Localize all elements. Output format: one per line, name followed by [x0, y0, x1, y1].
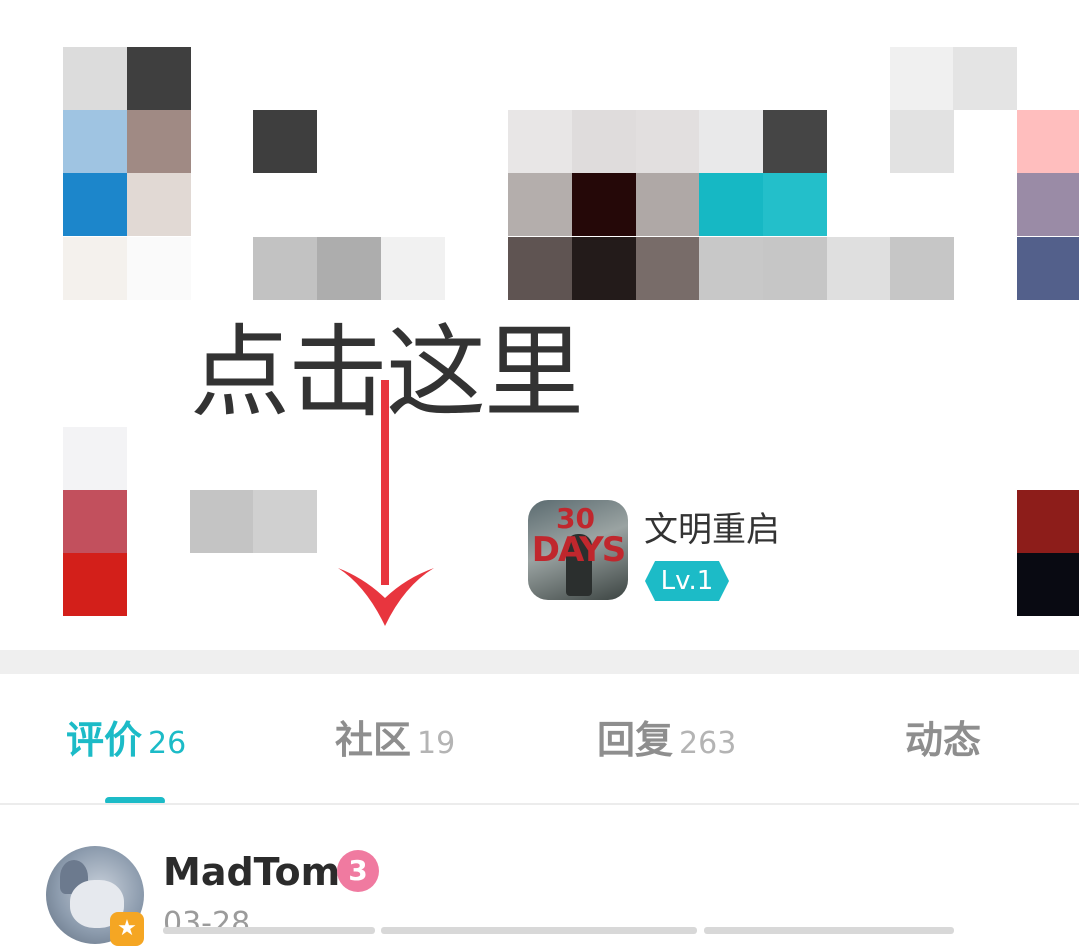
- mosaic-block: [63, 553, 127, 616]
- tab-label: 社区: [335, 718, 412, 762]
- section-divider: [0, 650, 1079, 674]
- mosaic-block: [253, 237, 317, 300]
- annotation-arrow: [381, 380, 389, 585]
- mosaic-block: [1017, 490, 1079, 553]
- mosaic-block: [253, 490, 317, 553]
- user-level-badge-icon: 3: [337, 850, 379, 892]
- mosaic-block: [63, 237, 127, 300]
- mosaic-block: [127, 47, 191, 110]
- mosaic-block: [253, 110, 317, 173]
- mosaic-block: [953, 47, 1017, 110]
- mosaic-block: [1017, 237, 1079, 300]
- username[interactable]: MadTom: [163, 850, 340, 894]
- mosaic-block: [890, 47, 954, 110]
- mosaic-block: [636, 237, 700, 300]
- mosaic-block: [827, 237, 891, 300]
- mosaic-block: [890, 237, 954, 300]
- mosaic-block: [508, 237, 572, 300]
- mosaic-block: [127, 237, 191, 300]
- mosaic-block: [127, 110, 191, 173]
- mosaic-block: [763, 237, 827, 300]
- mosaic-block: [127, 173, 191, 236]
- tab-bar-border: [0, 803, 1079, 805]
- mosaic-block: [636, 173, 700, 236]
- mosaic-block: [508, 173, 572, 236]
- mosaic-block: [63, 110, 127, 173]
- tab-activity[interactable]: 动态: [905, 712, 981, 768]
- tab-count: 19: [417, 726, 456, 761]
- mosaic-block: [572, 237, 636, 300]
- tab-community[interactable]: 社区 19: [335, 712, 455, 768]
- tab-label: 回复: [597, 718, 674, 762]
- tab-label: 动态: [905, 718, 982, 762]
- star-badge-icon: ★: [110, 912, 144, 946]
- tab-replies[interactable]: 回复 263: [597, 712, 736, 768]
- mosaic-block: [763, 110, 827, 173]
- mosaic-block: [1017, 173, 1079, 236]
- mosaic-block: [317, 237, 381, 300]
- mosaic-block: [572, 173, 636, 236]
- mosaic-block: [699, 173, 763, 236]
- mosaic-block: [1017, 110, 1079, 173]
- game-icon-title: DAYS: [531, 530, 626, 570]
- mosaic-block: [763, 173, 827, 236]
- rating-bar: [381, 927, 697, 934]
- game-icon[interactable]: 30 DAYS: [528, 500, 628, 600]
- mosaic-block: [890, 110, 954, 173]
- mosaic-block: [508, 110, 572, 173]
- mosaic-block: [190, 490, 254, 553]
- rating-bar: [704, 927, 954, 934]
- mosaic-block: [572, 110, 636, 173]
- tab-count: 26: [148, 726, 187, 761]
- tab-label: 评价: [66, 718, 143, 762]
- mosaic-block: [63, 173, 127, 236]
- mosaic-block: [63, 427, 127, 490]
- rating-bar: [163, 927, 375, 934]
- level-badge: Lv.1: [645, 561, 729, 601]
- mosaic-block: [636, 110, 700, 173]
- review-date: 03-28: [163, 906, 251, 941]
- arrow-head-icon: [338, 568, 434, 626]
- game-name[interactable]: 文明重启: [644, 502, 780, 551]
- mosaic-block: [699, 237, 763, 300]
- mosaic-block: [381, 237, 445, 300]
- mosaic-block: [63, 490, 127, 553]
- tab-count: 263: [679, 726, 737, 761]
- mosaic-block: [1017, 553, 1079, 616]
- tab-reviews[interactable]: 评价 26: [66, 712, 186, 768]
- mosaic-block: [699, 110, 763, 173]
- mosaic-block: [63, 47, 127, 110]
